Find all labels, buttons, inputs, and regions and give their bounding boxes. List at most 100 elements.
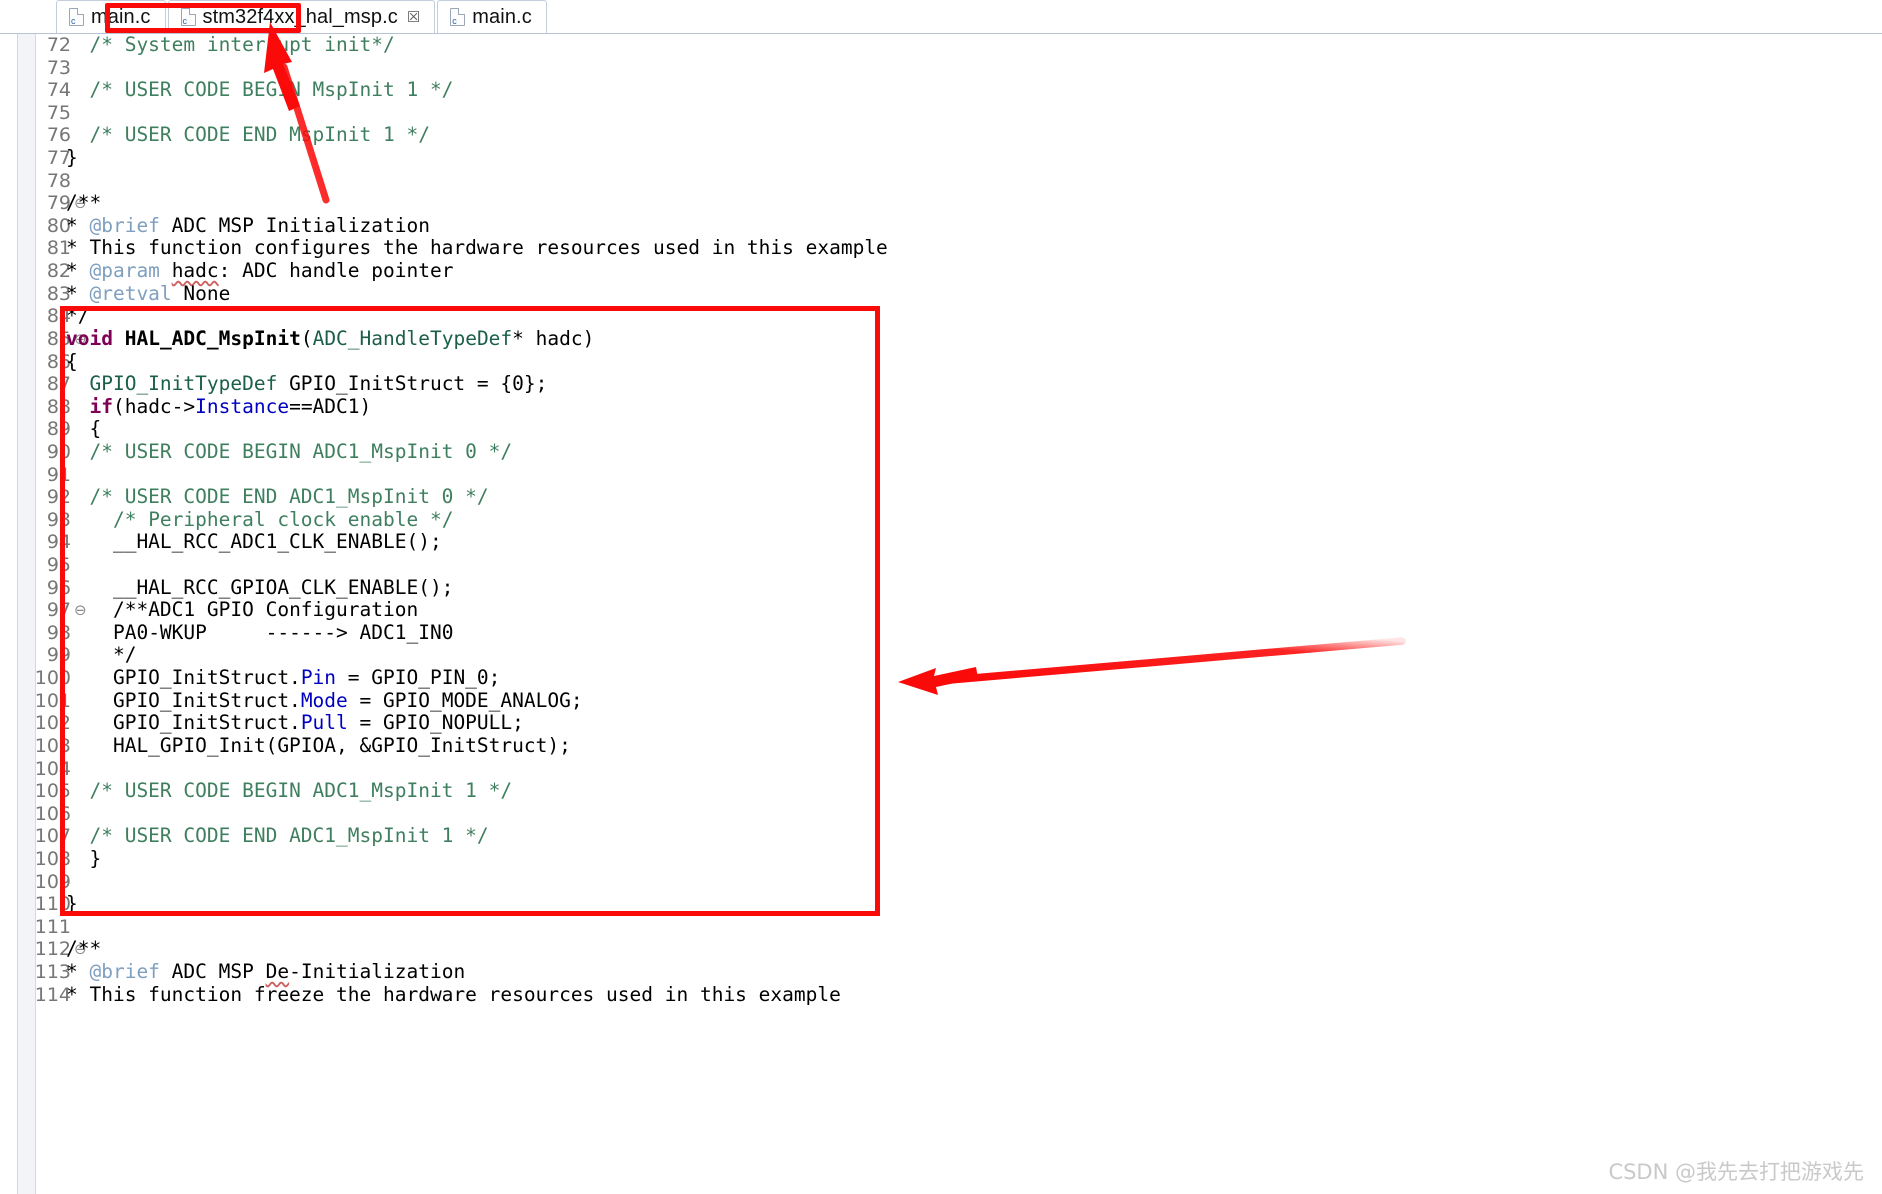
code-line[interactable]: 86{ — [0, 351, 1882, 374]
code-token: Pin — [301, 666, 336, 689]
code-line[interactable]: 89 { — [0, 418, 1882, 441]
code-line[interactable]: 96 __HAL_RCC_GPIOA_CLK_ENABLE(); — [0, 577, 1882, 600]
code-token — [66, 372, 89, 395]
code-token — [66, 395, 89, 418]
code-line-text: */ — [66, 305, 89, 328]
code-line[interactable]: 103 HAL_GPIO_Init(GPIOA, &GPIO_InitStruc… — [0, 735, 1882, 758]
code-token: * — [66, 282, 89, 305]
code-line[interactable]: 94 __HAL_RCC_ADC1_CLK_ENABLE(); — [0, 531, 1882, 554]
code-line-text: HAL_GPIO_Init(GPIOA, &GPIO_InitStruct); — [66, 735, 571, 758]
code-token — [66, 485, 89, 508]
code-line[interactable]: 83* @retval None — [0, 283, 1882, 306]
code-lines-container[interactable]: 72 /* System interrupt init*/7374 /* USE… — [0, 34, 1882, 1194]
editor-tab-2[interactable]: main.c — [437, 0, 547, 33]
line-number: 98 — [0, 622, 71, 645]
code-line[interactable]: 88 if(hadc->Instance==ADC1) — [0, 396, 1882, 419]
editor-tab-1[interactable]: stm32f4xx_hal_msp.c☒ — [168, 0, 436, 33]
code-token: GPIO_InitStruct = {0}; — [277, 372, 547, 395]
code-token — [66, 643, 113, 666]
code-token: { — [66, 417, 101, 440]
code-line[interactable]: 78 — [0, 170, 1882, 193]
code-editor[interactable]: 72 /* System interrupt init*/7374 /* USE… — [0, 34, 1882, 1194]
code-token: ADC MSP Initialization — [160, 214, 430, 237]
code-token: * This function freeze the hardware reso… — [66, 983, 841, 1006]
code-token — [160, 259, 172, 282]
code-token: /** — [66, 191, 101, 214]
close-icon[interactable]: ☒ — [407, 10, 420, 25]
code-token: /**ADC1 GPIO Configuration — [113, 598, 418, 621]
code-token: /* Peripheral clock enable */ — [113, 508, 453, 531]
code-line[interactable]: 101 GPIO_InitStruct.Mode = GPIO_MODE_ANA… — [0, 690, 1882, 713]
screenshot-root: main.cstm32f4xx_hal_msp.c☒main.c 72 /* S… — [0, 0, 1882, 1194]
code-token: * — [66, 214, 89, 237]
code-line[interactable]: 72 /* System interrupt init*/ — [0, 34, 1882, 57]
code-line[interactable]: 113* @brief ADC MSP De-Initialization — [0, 961, 1882, 984]
code-line[interactable]: 105 /* USER CODE BEGIN ADC1_MspInit 1 */ — [0, 780, 1882, 803]
code-line[interactable]: 84*/ — [0, 305, 1882, 328]
code-line-text: * @param hadc: ADC handle pointer — [66, 260, 453, 283]
code-line[interactable]: 77} — [0, 147, 1882, 170]
code-line-text: } — [66, 147, 78, 170]
code-line[interactable]: 99 */ — [0, 644, 1882, 667]
code-token: __HAL_RCC_GPIOA_CLK_ENABLE(); — [66, 576, 453, 599]
code-line-text: void HAL_ADC_MspInit(ADC_HandleTypeDef* … — [66, 328, 594, 351]
line-number: 99 — [0, 644, 71, 667]
code-line[interactable]: 114* This function freeze the hardware r… — [0, 984, 1882, 1007]
code-line[interactable]: 74 /* USER CODE BEGIN MspInit 1 */ — [0, 79, 1882, 102]
code-line[interactable]: 112⊖/** — [0, 938, 1882, 961]
code-line-text: __HAL_RCC_GPIOA_CLK_ENABLE(); — [66, 577, 453, 600]
code-token — [66, 34, 89, 56]
line-number: 106 — [0, 803, 71, 826]
code-line[interactable]: 73 — [0, 57, 1882, 80]
line-number: 87 — [0, 373, 71, 396]
code-line[interactable]: 90 /* USER CODE BEGIN ADC1_MspInit 0 */ — [0, 441, 1882, 464]
code-token: GPIO_InitStruct. — [66, 689, 301, 712]
code-line[interactable]: 108 } — [0, 848, 1882, 871]
line-number: 95 — [0, 554, 71, 577]
code-line-text: GPIO_InitStruct.Pull = GPIO_NOPULL; — [66, 712, 524, 735]
code-token — [66, 621, 113, 644]
code-line[interactable]: 104 — [0, 758, 1882, 781]
code-line[interactable]: 110} — [0, 893, 1882, 916]
code-line[interactable]: 82* @param hadc: ADC handle pointer — [0, 260, 1882, 283]
line-number: 90 — [0, 441, 71, 464]
code-line[interactable]: 107 /* USER CODE END ADC1_MspInit 1 */ — [0, 825, 1882, 848]
line-number: 76 — [0, 124, 71, 147]
code-line-text: /** — [66, 192, 101, 215]
code-line[interactable]: 80* @brief ADC MSP Initialization — [0, 215, 1882, 238]
line-number: 108 — [0, 848, 71, 871]
code-token: HAL_GPIO_Init(GPIOA, &GPIO_InitStruct); — [66, 734, 571, 757]
code-line-text: * This function freeze the hardware reso… — [66, 984, 841, 1007]
line-number: 105 — [0, 780, 71, 803]
code-line[interactable]: 109 — [0, 871, 1882, 894]
code-line[interactable]: 79⊖/** — [0, 192, 1882, 215]
code-token: /* USER CODE END MspInit 1 */ — [89, 123, 429, 146]
line-number: 109 — [0, 871, 71, 894]
line-number: 111 — [0, 916, 71, 939]
code-line[interactable]: 93 /* Peripheral clock enable */ — [0, 509, 1882, 532]
code-line[interactable]: 92 /* USER CODE END ADC1_MspInit 0 */ — [0, 486, 1882, 509]
line-number: 102 — [0, 712, 71, 735]
code-line[interactable]: 76 /* USER CODE END MspInit 1 */ — [0, 124, 1882, 147]
editor-tab-0[interactable]: main.c — [56, 0, 166, 33]
code-token: { — [66, 350, 78, 373]
code-token: Instance — [195, 395, 289, 418]
code-line[interactable]: 85⊖void HAL_ADC_MspInit(ADC_HandleTypeDe… — [0, 328, 1882, 351]
code-line[interactable]: 87 GPIO_InitTypeDef GPIO_InitStruct = {0… — [0, 373, 1882, 396]
code-line[interactable]: 97⊖ /**ADC1 GPIO Configuration — [0, 599, 1882, 622]
code-line[interactable]: 102 GPIO_InitStruct.Pull = GPIO_NOPULL; — [0, 712, 1882, 735]
code-line[interactable]: 95 — [0, 554, 1882, 577]
code-token: (hadc-> — [113, 395, 195, 418]
line-number: 74 — [0, 79, 71, 102]
code-line[interactable]: 81* This function configures the hardwar… — [0, 237, 1882, 260]
code-line[interactable]: 111 — [0, 916, 1882, 939]
code-line[interactable]: 98 PA0-WKUP ------> ADC1_IN0 — [0, 622, 1882, 645]
code-line[interactable]: 91 — [0, 464, 1882, 487]
code-line-text: * @brief ADC MSP Initialization — [66, 215, 430, 238]
code-token: Mode — [301, 689, 348, 712]
line-number: 112 — [0, 938, 71, 961]
code-line[interactable]: 100 GPIO_InitStruct.Pin = GPIO_PIN_0; — [0, 667, 1882, 690]
code-line[interactable]: 75 — [0, 102, 1882, 125]
code-token — [66, 440, 89, 463]
code-line[interactable]: 106 — [0, 803, 1882, 826]
